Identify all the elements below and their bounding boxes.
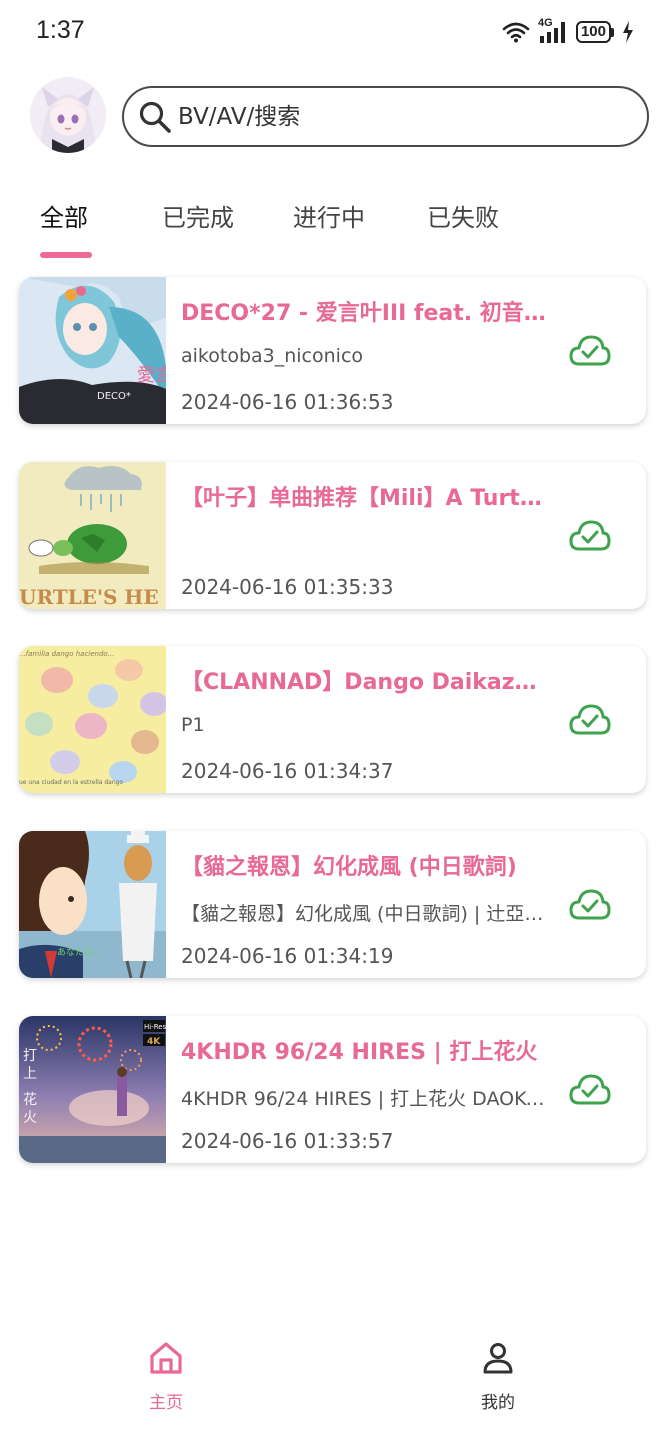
item-date: 2024-06-16 01:36:53 bbox=[181, 390, 394, 414]
video-thumbnail: あなたは... bbox=[19, 831, 166, 978]
item-title: 【CLANNAD】Dango Daikazoku bbox=[181, 670, 549, 695]
avatar[interactable] bbox=[30, 77, 106, 153]
charging-icon bbox=[623, 21, 633, 43]
cloud-done-icon bbox=[569, 520, 611, 551]
item-subtitle: aikotoba3_niconico bbox=[181, 345, 364, 367]
home-icon bbox=[150, 1342, 182, 1374]
search-input[interactable] bbox=[178, 103, 618, 130]
tab-all[interactable]: 全部 bbox=[40, 198, 88, 233]
filter-tabs: 全部 已完成 进行中 已失败 bbox=[0, 190, 664, 260]
video-thumbnail: 愛言 DECO* bbox=[19, 277, 166, 424]
nav-mine-label: 我的 bbox=[481, 1393, 515, 1413]
status-bar: 1:37 4G 100 bbox=[0, 0, 664, 64]
svg-text:打: 打 bbox=[23, 1047, 37, 1064]
tab-in-progress[interactable]: 进行中 bbox=[293, 198, 365, 233]
item-title: 【貓之報恩】幻化成風 (中日歌詞) bbox=[181, 855, 517, 880]
wifi-icon bbox=[502, 22, 530, 43]
tab-indicator bbox=[40, 252, 92, 258]
bottom-nav: 主页 我的 bbox=[0, 1330, 664, 1440]
status-time: 1:37 bbox=[36, 16, 85, 44]
status-icons: 4G 100 bbox=[502, 14, 634, 50]
svg-text:愛言: 愛言 bbox=[137, 365, 166, 386]
download-item[interactable]: あなたは... 【貓之報恩】幻化成風 (中日歌詞) 【貓之報恩】幻化成風 (中日… bbox=[19, 831, 646, 978]
svg-text:URTLE'S HE: URTLE'S HE bbox=[19, 585, 159, 609]
cloud-done-icon bbox=[569, 335, 611, 366]
item-date: 2024-06-16 01:34:19 bbox=[181, 944, 394, 968]
svg-text:花: 花 bbox=[23, 1092, 37, 1108]
svg-text:火: 火 bbox=[23, 1110, 37, 1126]
search-box[interactable] bbox=[122, 86, 649, 147]
nav-mine[interactable]: 我的 bbox=[438, 1340, 558, 1413]
battery-level: 100 bbox=[575, 21, 611, 43]
person-icon bbox=[483, 1343, 513, 1374]
download-item[interactable]: URTLE'S HE 【叶子】单曲推荐【Mili】A Turtle's Hear… bbox=[19, 462, 646, 609]
nav-home[interactable]: 主页 bbox=[106, 1340, 226, 1413]
item-date: 2024-06-16 01:35:33 bbox=[181, 575, 394, 599]
video-thumbnail: ...familia dango haciendo... ue una ciud… bbox=[19, 646, 166, 793]
item-title: 【叶子】单曲推荐【Mili】A Turtle's Heart bbox=[181, 486, 549, 511]
battery-icon: 100 bbox=[575, 21, 614, 43]
cloud-done-icon bbox=[569, 704, 611, 735]
download-item[interactable]: 愛言 DECO* DECO*27 - 爱言叶III feat. 初音ミク aik… bbox=[19, 277, 646, 424]
download-item[interactable]: Hi-Res 4K 打 上 花 火 4KHDR 96/24 HIRES | 打上… bbox=[19, 1016, 646, 1163]
svg-text:Hi-Res: Hi-Res bbox=[144, 1023, 166, 1031]
svg-text:上: 上 bbox=[23, 1066, 37, 1082]
svg-text:あなたは...: あなたは... bbox=[57, 947, 102, 958]
svg-text:...familia dango haciendo...: ...familia dango haciendo... bbox=[19, 650, 114, 658]
tab-completed[interactable]: 已完成 bbox=[162, 198, 234, 233]
svg-text:ue una ciudad en la estrella d: ue una ciudad en la estrella dango bbox=[19, 779, 123, 786]
cloud-done-icon bbox=[569, 1074, 611, 1105]
tab-failed[interactable]: 已失败 bbox=[427, 198, 499, 233]
item-subtitle: P1 bbox=[181, 714, 205, 736]
item-title: 4KHDR 96/24 HIRES | 打上花火 bbox=[181, 1040, 538, 1065]
item-title: DECO*27 - 爱言叶III feat. 初音ミク bbox=[181, 301, 549, 326]
svg-text:DECO*: DECO* bbox=[97, 391, 131, 402]
item-date: 2024-06-16 01:34:37 bbox=[181, 759, 394, 783]
nav-home-label: 主页 bbox=[149, 1393, 183, 1413]
search-icon bbox=[139, 101, 171, 133]
video-thumbnail: Hi-Res 4K 打 上 花 火 bbox=[19, 1016, 166, 1163]
download-item[interactable]: ...familia dango haciendo... ue una ciud… bbox=[19, 646, 646, 793]
cloud-done-icon bbox=[569, 889, 611, 920]
item-subtitle: 4KHDR 96/24 HIRES | 打上花火 DAOKO × 米津玄師 bbox=[181, 1088, 547, 1110]
item-subtitle: 【貓之報恩】幻化成風 (中日歌詞) | 辻亞彌乃 bbox=[181, 903, 547, 925]
video-thumbnail: URTLE'S HE bbox=[19, 462, 166, 609]
svg-text:4K: 4K bbox=[147, 1037, 161, 1047]
item-date: 2024-06-16 01:33:57 bbox=[181, 1129, 394, 1153]
signal-icon: 4G bbox=[538, 17, 568, 45]
